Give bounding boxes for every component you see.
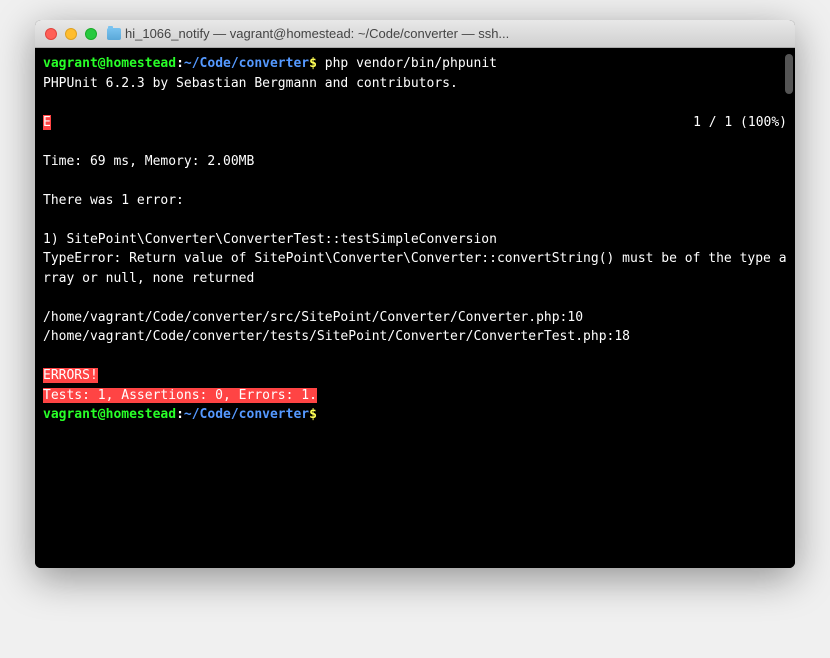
trace-line-1: /home/vagrant/Code/converter/src/SitePoi… bbox=[43, 310, 583, 325]
errors-banner: ERRORS! bbox=[43, 368, 98, 383]
error-header: There was 1 error: bbox=[43, 193, 184, 208]
status-error-marker: E bbox=[43, 115, 51, 130]
maximize-button[interactable] bbox=[85, 28, 97, 40]
prompt-sep: : bbox=[176, 56, 184, 71]
prompt-path: ~/Code/converter bbox=[184, 56, 309, 71]
trace-line-2: /home/vagrant/Code/converter/tests/SiteP… bbox=[43, 329, 630, 344]
prompt-sep: : bbox=[176, 407, 184, 422]
prompt-symbol: $ bbox=[309, 56, 317, 71]
prompt-user-host: vagrant@homestead bbox=[43, 56, 176, 71]
window-title-text: hi_1066_notify — vagrant@homestead: ~/Co… bbox=[125, 26, 509, 41]
phpunit-version: PHPUnit 6.2.3 by Sebastian Bergmann and … bbox=[43, 76, 458, 91]
error-detail: TypeError: Return value of SitePoint\Con… bbox=[43, 251, 787, 286]
progress-count: 1 / 1 (100%) bbox=[693, 113, 787, 133]
terminal-window: hi_1066_notify — vagrant@homestead: ~/Co… bbox=[35, 20, 795, 568]
prompt-user-host: vagrant@homestead bbox=[43, 407, 176, 422]
minimize-button[interactable] bbox=[65, 28, 77, 40]
window-title: hi_1066_notify — vagrant@homestead: ~/Co… bbox=[107, 26, 785, 41]
prompt-path: ~/Code/converter bbox=[184, 407, 309, 422]
prompt-symbol: $ bbox=[309, 407, 317, 422]
close-button[interactable] bbox=[45, 28, 57, 40]
error-item: 1) SitePoint\Converter\ConverterTest::te… bbox=[43, 232, 497, 247]
folder-icon bbox=[107, 28, 121, 40]
command-text: php vendor/bin/phpunit bbox=[325, 56, 497, 71]
traffic-lights bbox=[45, 28, 97, 40]
summary-line: Tests: 1, Assertions: 0, Errors: 1. bbox=[43, 388, 317, 403]
title-bar[interactable]: hi_1066_notify — vagrant@homestead: ~/Co… bbox=[35, 20, 795, 48]
time-memory: Time: 69 ms, Memory: 2.00MB bbox=[43, 154, 254, 169]
scrollbar-thumb[interactable] bbox=[785, 54, 793, 94]
terminal-body[interactable]: vagrant@homestead:~/Code/converter$ php … bbox=[35, 48, 795, 568]
